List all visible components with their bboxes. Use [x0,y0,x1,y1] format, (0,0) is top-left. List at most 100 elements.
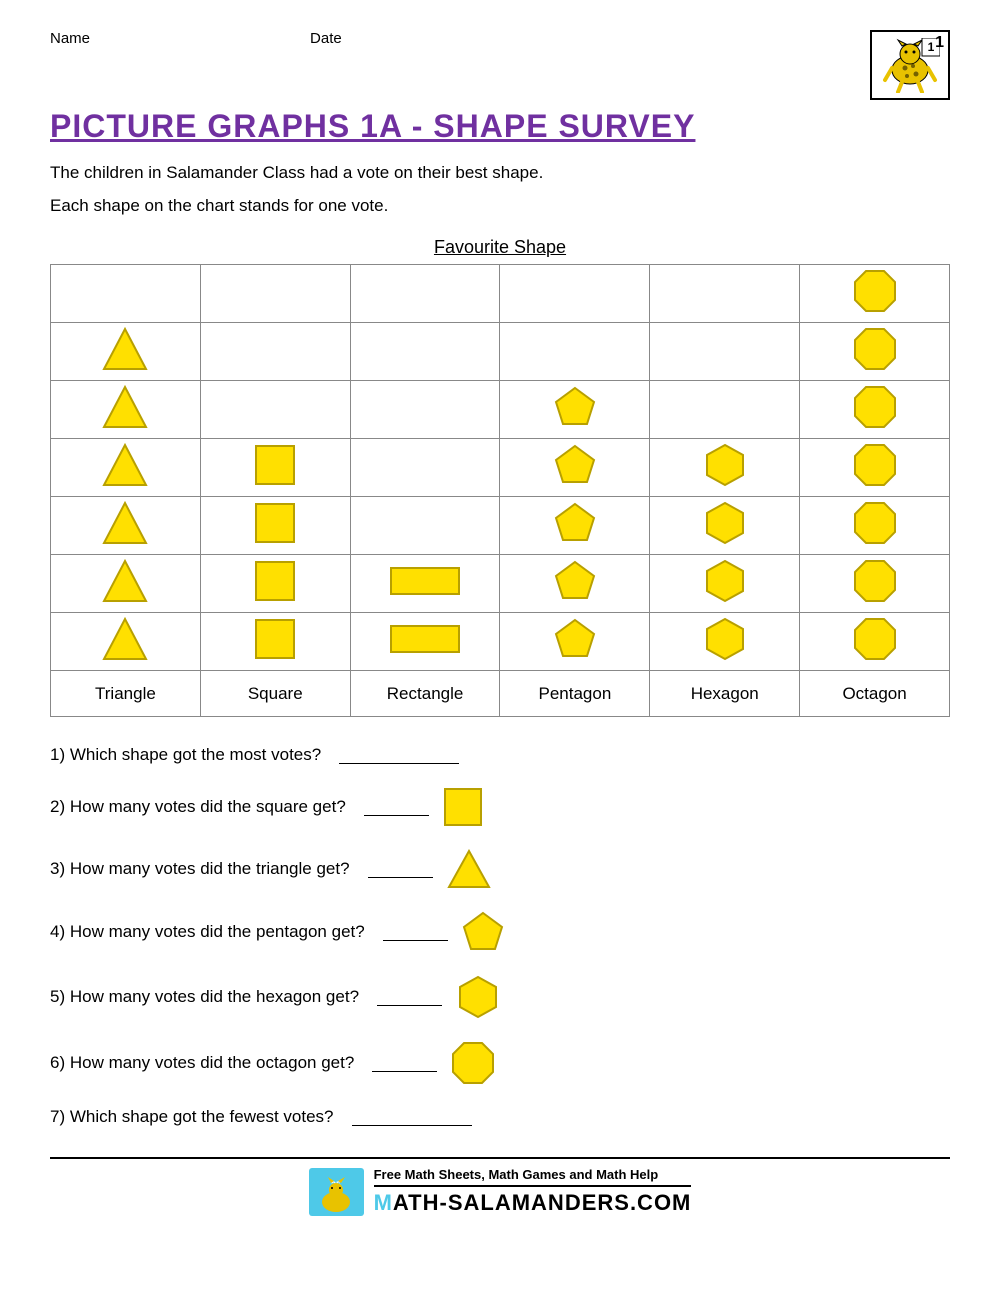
cell-square-1 [200,613,350,671]
q1-text: 1) Which shape got the most votes? [50,745,321,765]
cell-triangle-5 [51,381,201,439]
hexagon-shape [703,559,747,603]
col-label-rectangle: Rectangle [350,671,500,717]
pentagon-shape [554,444,596,486]
octagon-shape [853,443,897,487]
octagon-shape [853,617,897,661]
q4-answer-line[interactable] [383,923,448,941]
cell-triangle-1 [51,613,201,671]
q1-answer-line[interactable] [339,746,459,764]
q7-text: 7) Which shape got the fewest votes? [50,1107,334,1127]
hexagon-shape [703,443,747,487]
question-3: 3) How many votes did the triangle get? [50,849,950,889]
q2-square-icon [443,787,483,827]
graph-label-row: Triangle Square Rectangle Pentagon Hexag… [51,671,950,717]
square-shape [254,560,296,602]
svg-text:1: 1 [928,40,935,54]
col-label-pentagon: Pentagon [500,671,650,717]
q5-answer-line[interactable] [377,988,442,1006]
triangle-shape [102,501,148,545]
cell-octagon-2 [800,555,950,613]
cell-rectangle-5 [350,381,500,439]
question-4: 4) How many votes did the pentagon get? [50,911,950,953]
octagon-shape [853,501,897,545]
cell-pentagon-6 [500,323,650,381]
cell-octagon-5 [800,381,950,439]
cell-triangle-4 [51,439,201,497]
footer-logo-area: 35 [309,1168,364,1216]
rectangle-shape [389,566,461,596]
footer-text-area: Free Math Sheets, Math Games and Math He… [374,1167,692,1216]
cell-hexagon-2 [650,555,800,613]
cell-rectangle-3 [350,497,500,555]
footer: 35 Free Math Sheets, Math Games and Math… [50,1157,950,1216]
cell-pentagon-3 [500,497,650,555]
footer-logo-icon: 35 [309,1168,364,1216]
cell-octagon-7 [800,265,950,323]
q6-text: 6) How many votes did the octagon get? [50,1053,354,1073]
cell-hexagon-3 [650,497,800,555]
hexagon-shape [703,501,747,545]
q3-text: 3) How many votes did the triangle get? [50,859,350,879]
graph-row-1 [51,265,950,323]
cell-pentagon-7 [500,265,650,323]
triangle-shape [102,327,148,371]
rectangle-shape [389,624,461,654]
cell-rectangle-4 [350,439,500,497]
question-6: 6) How many votes did the octagon get? [50,1041,950,1085]
cell-square-6 [200,323,350,381]
pentagon-shape [554,618,596,660]
date-label: Date [310,30,342,47]
page-title: PICTURE GRAPHS 1A - SHAPE SURVEY [50,108,950,145]
questions-section: 1) Which shape got the most votes? 2) Ho… [50,745,950,1127]
q4-text: 4) How many votes did the pentagon get? [50,922,365,942]
cell-octagon-4 [800,439,950,497]
triangle-shape [102,443,148,487]
graph-row-7 [51,613,950,671]
cell-pentagon-4 [500,439,650,497]
cell-pentagon-2 [500,555,650,613]
cell-hexagon-4 [650,439,800,497]
question-5: 5) How many votes did the hexagon get? [50,975,950,1019]
triangle-shape [102,385,148,429]
cell-octagon-3 [800,497,950,555]
col-label-square: Square [200,671,350,717]
footer-m-icon: M [374,1190,393,1215]
octagon-shape [853,385,897,429]
name-label: Name [50,30,90,47]
cell-rectangle-1 [350,613,500,671]
q2-answer-line[interactable] [364,798,429,816]
cell-octagon-1 [800,613,950,671]
cell-octagon-6 [800,323,950,381]
square-shape [254,618,296,660]
triangle-shape [102,617,148,661]
question-1: 1) Which shape got the most votes? [50,745,950,765]
footer-site: MATH-SALAMANDERS.COM [374,1190,692,1215]
octagon-shape [853,269,897,313]
octagon-shape [853,327,897,371]
logo-icon: 1 [880,38,940,93]
q6-answer-line[interactable] [372,1054,437,1072]
graph-row-2 [51,323,950,381]
logo-box: 1 1 [870,30,950,100]
triangle-shape [102,559,148,603]
q7-answer-line[interactable] [352,1108,472,1126]
col-label-triangle: Triangle [51,671,201,717]
cell-hexagon-7 [650,265,800,323]
graph-row-4 [51,439,950,497]
intro-line-1: The children in Salamander Class had a v… [50,159,950,186]
q6-octagon-icon [451,1041,495,1085]
cell-hexagon-6 [650,323,800,381]
graph-row-3 [51,381,950,439]
question-2: 2) How many votes did the square get? [50,787,950,827]
pentagon-shape [554,560,596,602]
q3-answer-line[interactable] [368,860,433,878]
graph-row-5 [51,497,950,555]
q3-triangle-icon [447,849,491,889]
cell-triangle-6 [51,323,201,381]
q2-text: 2) How many votes did the square get? [50,797,346,817]
cell-pentagon-5 [500,381,650,439]
name-date: Name Date [50,30,342,47]
q5-hexagon-icon [456,975,500,1019]
q4-pentagon-icon [462,911,504,953]
